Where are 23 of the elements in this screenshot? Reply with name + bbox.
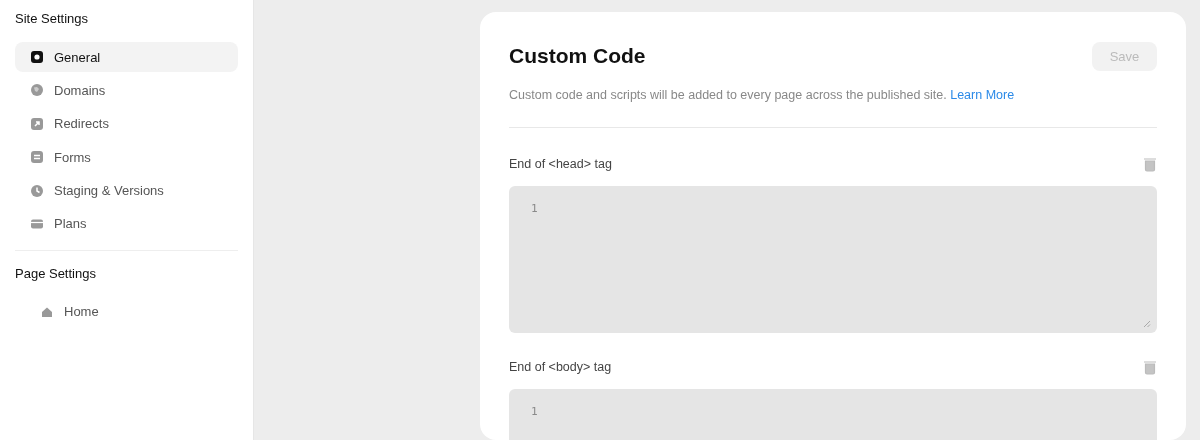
trash-icon[interactable] <box>1143 156 1157 172</box>
sidebar-item[interactable]: Forms <box>15 142 238 173</box>
section-heading: Page Settings <box>15 265 97 282</box>
gear-icon <box>30 50 44 64</box>
sidebar-item[interactable]: Domains <box>15 75 238 106</box>
form-icon <box>30 150 44 165</box>
sidebar-item[interactable]: Staging & Versions <box>15 175 238 206</box>
learn-more-link[interactable]: Learn More <box>950 88 1015 102</box>
editor-label: End of <body> tag <box>509 360 612 374</box>
resize-handle-icon[interactable] <box>1143 320 1151 328</box>
line-number: 1 <box>531 202 538 215</box>
page-title: Custom Code <box>509 44 646 68</box>
globe-icon <box>30 83 44 98</box>
section-heading: Site Settings <box>15 11 89 27</box>
description-text: Custom code and scripts will be added to every page across the published site. Learn More <box>509 87 1016 103</box>
clock-icon <box>30 183 44 198</box>
sidebar-item[interactable]: Home <box>15 296 238 327</box>
sidebar-item[interactable]: Plans <box>15 208 238 239</box>
sidebar-item[interactable]: Redirects <box>15 108 238 139</box>
sidebar-item[interactable]: General <box>15 42 238 72</box>
trash-icon[interactable] <box>1143 359 1157 375</box>
editor-label: End of <head> tag <box>509 157 612 171</box>
line-number: 1 <box>531 405 538 418</box>
